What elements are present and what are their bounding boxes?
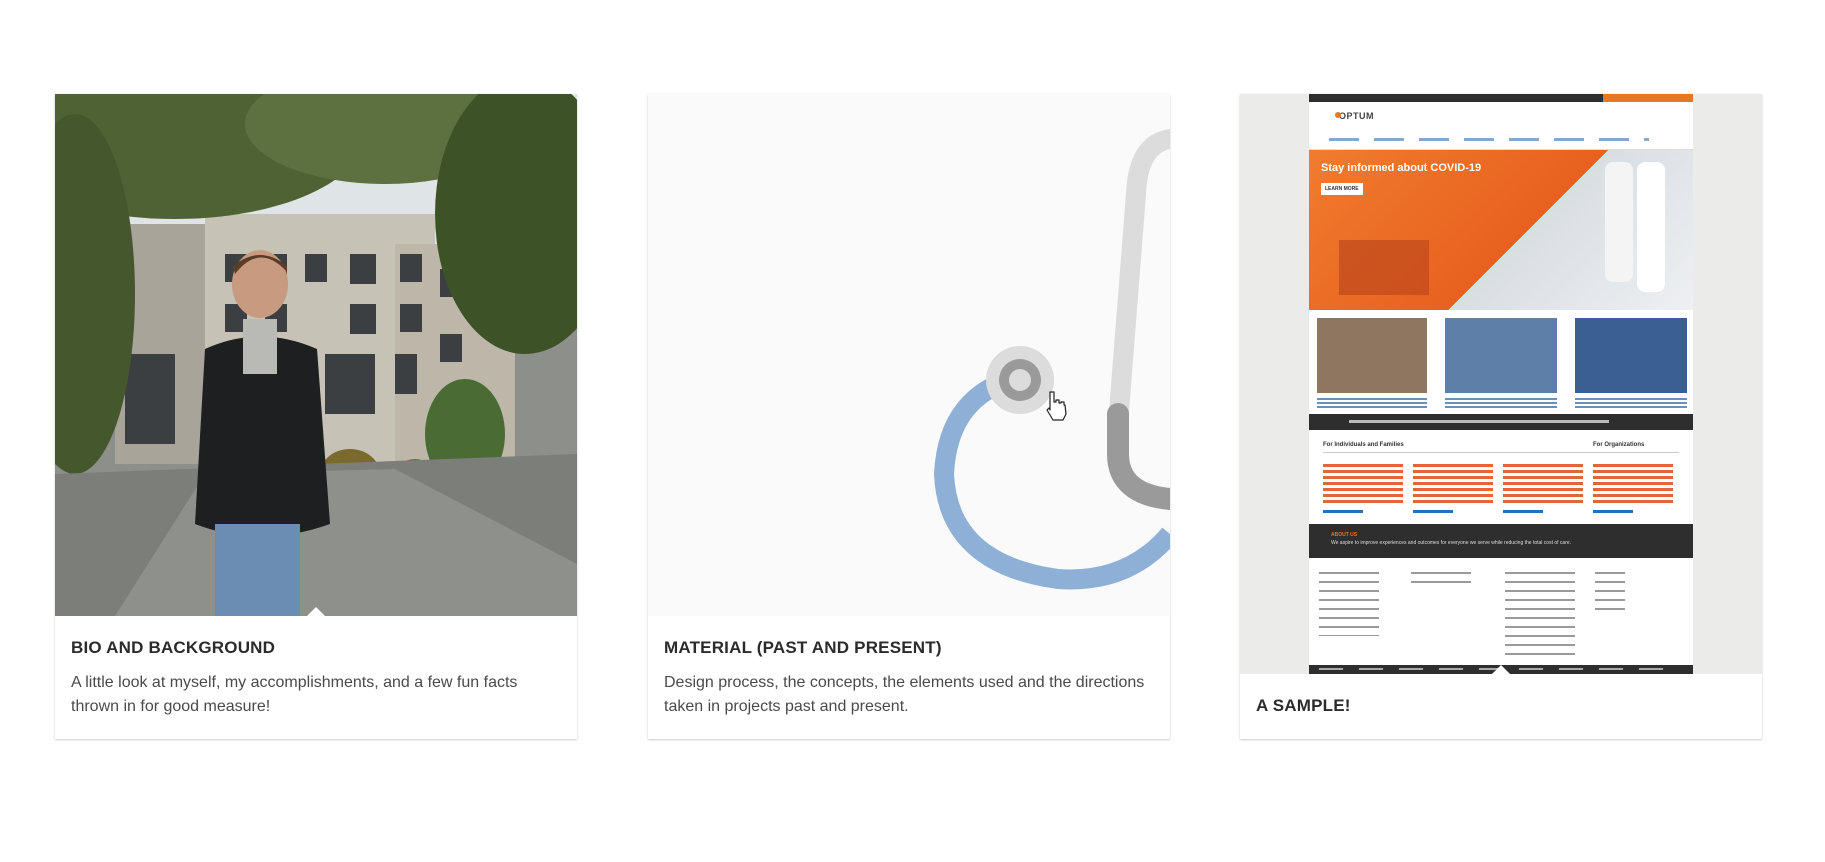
bio-card-body: BIO AND BACKGROUND A little look at myse… bbox=[55, 616, 577, 719]
about-heading: ABOUT US bbox=[1331, 532, 1358, 538]
hero-heading: Stay informed about COVID-19 bbox=[1321, 162, 1482, 174]
card-bio[interactable]: BIO AND BACKGROUND A little look at myse… bbox=[55, 94, 577, 739]
card-material[interactable]: MATERIAL (PAST AND PRESENT) Design proce… bbox=[648, 94, 1170, 739]
section-individuals: For Individuals and Families bbox=[1323, 442, 1404, 448]
bio-photo-caret bbox=[307, 607, 325, 616]
about-text: We aspire to improve experiences and out… bbox=[1331, 540, 1572, 546]
card-sample[interactable]: OPTUM Stay informed about COVID-19 LEARN… bbox=[1240, 94, 1762, 739]
material-card-body: MATERIAL (PAST AND PRESENT) Design proce… bbox=[648, 616, 1170, 719]
card-title[interactable]: BIO AND BACKGROUND bbox=[71, 638, 561, 658]
section-organizations: For Organizations bbox=[1593, 442, 1645, 448]
sample-site-page: OPTUM Stay informed about COVID-19 LEARN… bbox=[1309, 94, 1693, 674]
card-grid: BIO AND BACKGROUND A little look at myse… bbox=[0, 0, 1825, 862]
bio-photo[interactable] bbox=[55, 94, 577, 616]
bio-photo-image bbox=[55, 94, 577, 616]
card-description: Design process, the concepts, the elemen… bbox=[664, 674, 1145, 715]
sample-website-screenshot[interactable]: OPTUM Stay informed about COVID-19 LEARN… bbox=[1240, 94, 1762, 674]
material-illustration[interactable] bbox=[648, 94, 1170, 616]
hero-learn-more-button: LEARN MORE bbox=[1321, 183, 1363, 195]
card-description: A little look at myself, my accomplishme… bbox=[71, 674, 518, 715]
optum-logo: OPTUM bbox=[1339, 111, 1374, 121]
sample-caret bbox=[1492, 665, 1510, 674]
card-title[interactable]: A SAMPLE! bbox=[1256, 696, 1746, 716]
sample-card-body: A SAMPLE! bbox=[1240, 674, 1762, 716]
stethoscope-illustration bbox=[648, 94, 1170, 616]
card-title[interactable]: MATERIAL (PAST AND PRESENT) bbox=[664, 638, 1154, 658]
